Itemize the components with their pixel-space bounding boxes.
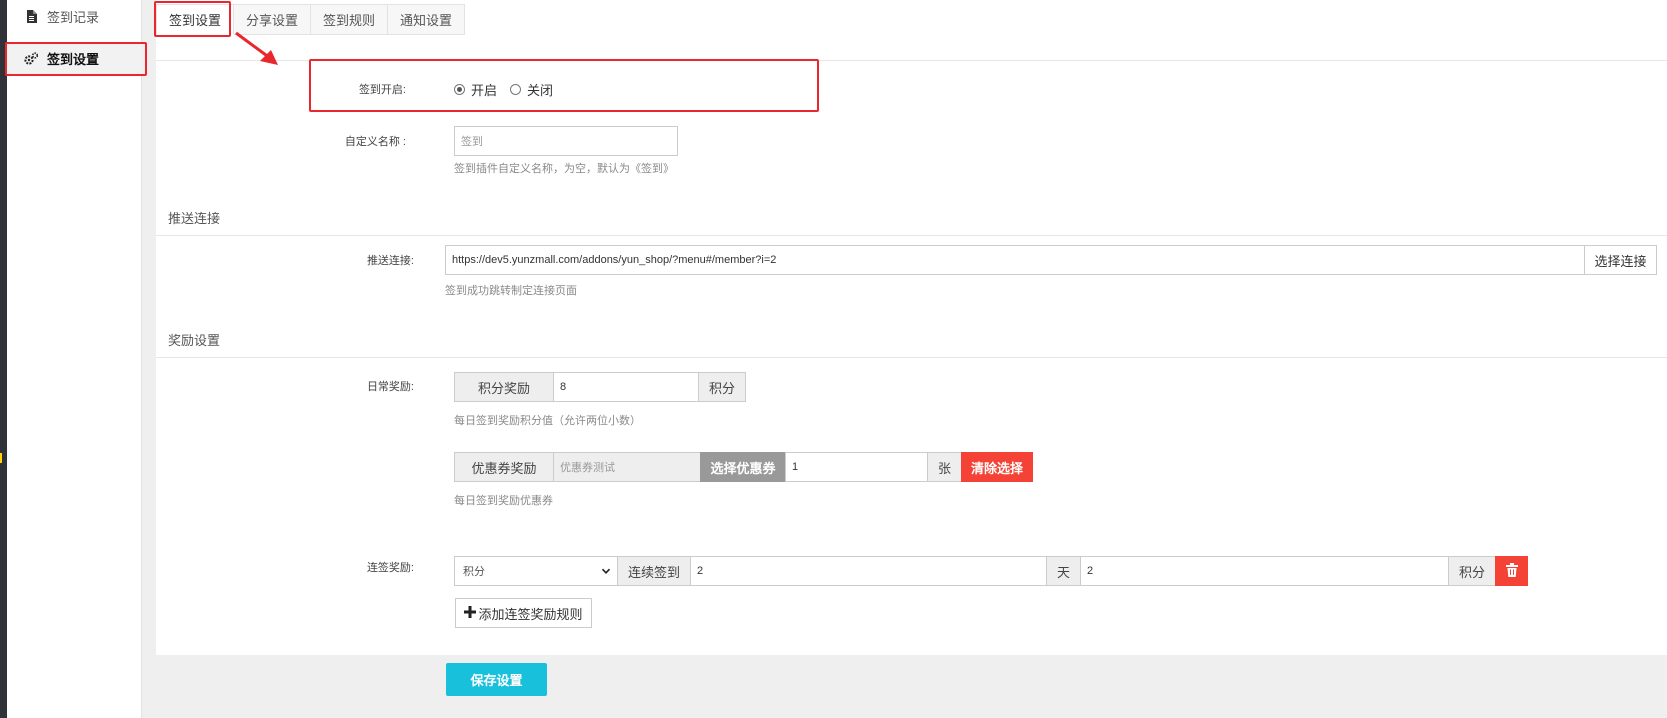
- continuous-points-unit-addon: 积分: [1448, 556, 1496, 586]
- daily-reward-label: 日常奖励:: [366, 381, 414, 393]
- select-link-button[interactable]: 选择连接: [1584, 245, 1657, 275]
- save-settings-button[interactable]: 保存设置: [446, 663, 547, 696]
- push-link-input[interactable]: https://dev5.yunzmall.com/addons/yun_sho…: [445, 245, 1585, 275]
- trash-icon: [1505, 562, 1518, 580]
- daily-coupon-hint: 每日签到奖励优惠券: [454, 495, 553, 507]
- add-rule-label: 添加连签奖励规则: [478, 606, 583, 622]
- tab-notice-settings[interactable]: 通知设置: [388, 4, 466, 35]
- tab-sign-rules[interactable]: 签到规则: [311, 4, 389, 35]
- continuous-reward-label: 连签奖励:: [366, 562, 414, 574]
- annotation-box-sign-on: [309, 59, 819, 112]
- reward-type-select[interactable]: 积分: [454, 556, 618, 586]
- chevron-down-icon: [601, 566, 611, 579]
- sidebar-item-sign-records[interactable]: 签到记录: [7, 0, 142, 32]
- continuous-days-addon: 连续签到: [617, 556, 691, 586]
- annotation-box-sidebar: [5, 42, 147, 76]
- custom-name-label: 自定义名称 :: [344, 136, 406, 148]
- coupon-reward-addon: 优惠券奖励: [454, 452, 554, 482]
- push-section-title: 推送连接: [168, 211, 221, 226]
- strip-marker: [0, 453, 2, 463]
- custom-name-input[interactable]: 签到: [454, 126, 678, 156]
- annotation-box-tab: [154, 1, 231, 37]
- document-icon: [23, 9, 39, 23]
- add-continuous-rule-button[interactable]: 添加连签奖励规则: [455, 598, 592, 628]
- section-divider: [156, 357, 1667, 358]
- sidebar: 签到记录 签到设置: [7, 0, 142, 718]
- clear-selection-button[interactable]: 清除选择: [961, 452, 1033, 482]
- section-divider: [156, 235, 1667, 236]
- daily-points-input[interactable]: 8: [553, 372, 699, 402]
- coupon-unit-addon: 张: [927, 452, 962, 482]
- delete-rule-button[interactable]: [1495, 556, 1528, 586]
- coupon-qty-input[interactable]: 1: [785, 452, 928, 482]
- select-coupon-button[interactable]: 选择优惠券: [700, 452, 786, 482]
- sidebar-item-label: 签到记录: [47, 9, 100, 25]
- push-link-hint: 签到成功跳转制定连接页面: [445, 285, 577, 297]
- continuous-points-input[interactable]: 2: [1080, 556, 1449, 586]
- daily-points-hint: 每日签到奖励积分值（允许两位小数）: [454, 415, 641, 427]
- annotation-arrow: [235, 31, 278, 65]
- coupon-name-input: 优惠券测试: [553, 452, 701, 482]
- reward-type-value: 积分: [463, 566, 485, 578]
- points-reward-addon: 积分奖励: [454, 372, 554, 402]
- custom-name-hint: 签到插件自定义名称，为空，默认为《签到》: [454, 163, 674, 175]
- app-left-strip: [0, 0, 7, 718]
- plus-icon: [464, 605, 477, 621]
- reward-section-title: 奖励设置: [168, 333, 221, 348]
- days-unit-addon: 天: [1046, 556, 1081, 586]
- points-unit-addon: 积分: [698, 372, 746, 402]
- push-link-label: 推送连接:: [366, 255, 414, 267]
- continuous-days-input[interactable]: 2: [690, 556, 1047, 586]
